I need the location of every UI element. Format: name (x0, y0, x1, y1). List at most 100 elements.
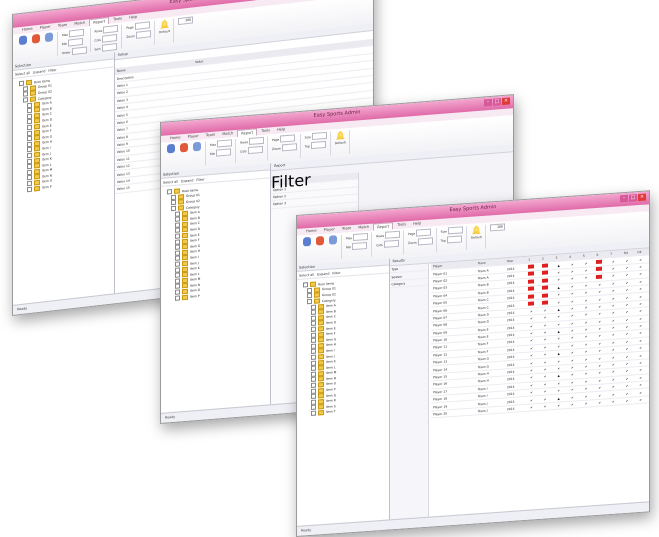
tree-checkbox[interactable] (311, 404, 316, 411)
side-filter-item[interactable]: Category (389, 278, 429, 289)
tab[interactable]: Tools (258, 127, 273, 135)
close-button[interactable]: × (638, 193, 646, 202)
print-button[interactable] (314, 236, 325, 246)
tree-checkbox[interactable] (171, 200, 176, 206)
tree-checkbox[interactable] (175, 261, 180, 267)
tree-checkbox[interactable] (311, 304, 316, 310)
number-field[interactable] (417, 237, 433, 246)
tree-checkbox[interactable] (311, 309, 316, 316)
tree-checkbox[interactable] (311, 388, 316, 394)
maximize-button[interactable]: □ (629, 194, 637, 202)
export-button[interactable] (43, 32, 54, 43)
tab[interactable]: Help (274, 126, 288, 134)
tree-checkbox[interactable] (175, 211, 180, 217)
tree-checkbox[interactable] (311, 332, 316, 338)
number-field[interactable] (310, 140, 326, 150)
number-field[interactable] (353, 232, 369, 241)
tree-checkbox[interactable] (311, 354, 316, 360)
tree-checkbox[interactable] (175, 283, 180, 290)
number-field[interactable] (134, 21, 150, 31)
tab[interactable]: Home (303, 227, 320, 235)
number-field[interactable] (71, 46, 87, 56)
filter-link[interactable]: Filter (48, 67, 56, 72)
default-button[interactable]: Default (335, 130, 346, 145)
tree-checkbox[interactable] (171, 205, 176, 212)
tree-checkbox[interactable] (175, 227, 180, 234)
number-field[interactable] (249, 136, 265, 145)
column-header[interactable]: 5 (581, 253, 595, 258)
number-field[interactable] (247, 145, 263, 155)
tree-checkbox[interactable] (175, 244, 180, 251)
tree-checkbox[interactable] (175, 272, 180, 279)
tab[interactable]: Team (203, 131, 219, 139)
number-field[interactable] (416, 228, 432, 237)
tree-checkbox[interactable] (311, 349, 316, 355)
tree-checkbox[interactable] (175, 295, 180, 301)
tree-checkbox[interactable] (175, 255, 180, 262)
number-field[interactable] (447, 226, 463, 235)
tree-checkbox[interactable] (175, 233, 180, 239)
select-all-link[interactable]: Select all (163, 179, 178, 184)
print-button[interactable] (178, 142, 189, 153)
number-field[interactable] (136, 30, 151, 39)
tree-checkbox[interactable] (175, 216, 180, 223)
tree-checkbox[interactable] (311, 365, 316, 372)
column-header[interactable]: 7 (608, 251, 622, 256)
tree-checkbox[interactable] (311, 315, 316, 321)
filter-link[interactable]: Filter (332, 270, 340, 275)
tree-checkbox[interactable] (175, 278, 180, 284)
tree-checkbox[interactable] (175, 222, 180, 228)
number-field[interactable] (385, 230, 401, 239)
number-field[interactable] (311, 131, 327, 141)
tab[interactable]: Home (167, 134, 184, 142)
tree-checkbox[interactable] (311, 326, 316, 332)
tab[interactable]: Match (219, 130, 236, 138)
tree-checkbox[interactable] (307, 298, 312, 305)
tree-checkbox[interactable] (311, 410, 316, 416)
number-field[interactable] (69, 28, 85, 38)
tab-active[interactable]: Report (373, 222, 394, 231)
tree-checkbox[interactable] (311, 337, 316, 344)
number-field[interactable] (352, 242, 368, 251)
number-field[interactable] (281, 143, 297, 152)
column-header[interactable]: 2 (540, 256, 554, 261)
number-field[interactable] (280, 134, 296, 143)
expand-link[interactable]: Expand (181, 178, 193, 183)
save-button[interactable] (301, 236, 312, 247)
number-field[interactable] (101, 34, 117, 43)
save-button[interactable] (17, 35, 28, 46)
column-header[interactable]: 3 (554, 255, 568, 260)
expand-link[interactable]: Expand (33, 69, 45, 74)
select-all-link[interactable]: Select all (299, 272, 314, 277)
tree-checkbox[interactable] (303, 282, 308, 288)
column-header[interactable]: Year (505, 258, 526, 263)
default-button[interactable]: Default (471, 225, 482, 240)
tree-checkbox[interactable] (311, 343, 316, 349)
number-field[interactable] (101, 43, 117, 52)
number-field[interactable] (446, 235, 462, 244)
tab[interactable]: Team (339, 225, 355, 233)
tree-checkbox[interactable] (311, 371, 316, 377)
tree-checkbox[interactable] (27, 186, 32, 192)
maximize-button[interactable]: □ (493, 98, 501, 106)
minimize-button[interactable]: – (484, 98, 492, 107)
tab[interactable]: Tools (394, 221, 409, 229)
select-all-link[interactable]: Select all (15, 70, 30, 76)
tree-checkbox[interactable] (307, 287, 312, 294)
expand-link[interactable]: Expand (317, 271, 329, 276)
tree-checkbox[interactable] (175, 289, 180, 295)
default-button[interactable]: Default (159, 19, 170, 34)
tab[interactable]: Player (185, 133, 202, 141)
column-header[interactable]: 6 (594, 252, 608, 257)
tab[interactable]: Match (355, 224, 372, 232)
column-header[interactable]: Tot (622, 250, 636, 255)
column-header[interactable]: Ok (635, 250, 649, 255)
count-field[interactable]: 100 (489, 223, 505, 232)
number-field[interactable] (216, 148, 232, 157)
number-field[interactable] (383, 239, 399, 248)
number-field[interactable] (217, 139, 233, 148)
tree-checkbox[interactable] (311, 360, 316, 366)
tree-checkbox[interactable] (175, 250, 180, 256)
column-header[interactable]: 4 (567, 254, 581, 259)
tree-checkbox[interactable] (175, 267, 180, 273)
